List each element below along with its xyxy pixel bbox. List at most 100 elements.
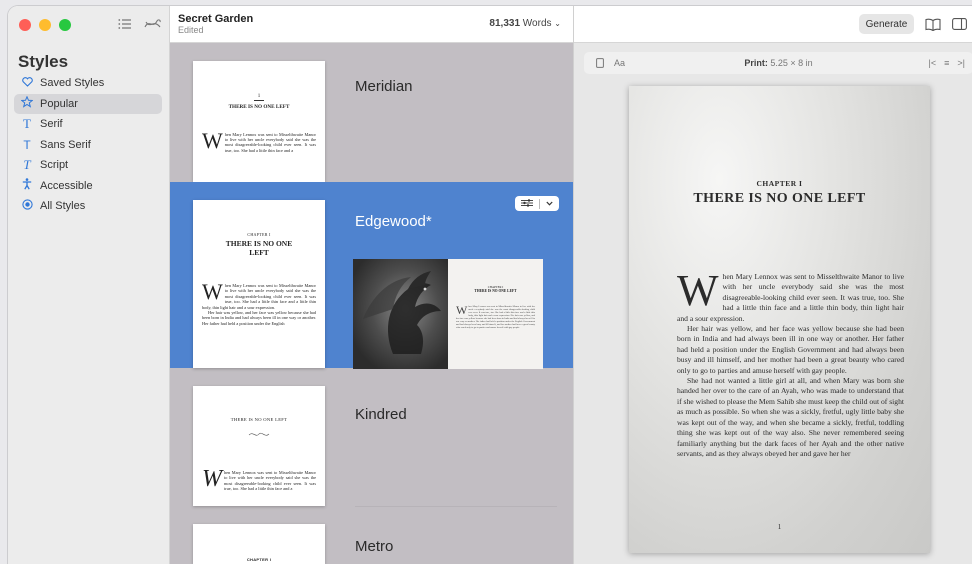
window-controls xyxy=(19,19,71,31)
first-page-icon[interactable]: |< xyxy=(929,58,937,68)
spread-body: When Mary Lennox was sent to Misselthwai… xyxy=(456,303,535,329)
sliders-icon xyxy=(521,198,534,209)
thumb-chapter-label: CHAPTER I xyxy=(247,232,271,237)
spread-text-page: CHAPTER I THERE IS NO ONE LEFT When Mary… xyxy=(448,259,543,369)
print-size-value: 5.25 × 8 in xyxy=(770,58,813,68)
style-browser: Secret Garden Edited 81,331 Words ⌄ 1 TH… xyxy=(170,6,573,564)
style-name: Edgewood* xyxy=(355,213,432,230)
style-row-edgewood[interactable]: CHAPTER I THERE IS NO ONE LEFT When Mary… xyxy=(170,182,573,369)
thumb-paragraph: hen Mary Lennox was sent to Misselthwait… xyxy=(224,131,316,153)
style-category-list: Saved Styles Popular T Serif T Sans Seri… xyxy=(14,73,162,217)
book-icon[interactable] xyxy=(924,15,942,33)
chapter-heading: THERE IS NO ONE LEFT xyxy=(693,191,866,206)
sidebar-item-all-styles[interactable]: All Styles xyxy=(14,196,162,216)
sidebar-item-popular[interactable]: Popular xyxy=(14,93,162,114)
style-name: Meridian xyxy=(355,78,413,95)
spread-dropcap: W xyxy=(456,303,468,317)
style-row-metro[interactable]: CHAPTER I Metro xyxy=(170,506,573,564)
minimize-window-button[interactable] xyxy=(39,19,51,31)
sidebar-item-sans-serif[interactable]: T Sans Serif xyxy=(14,135,162,155)
book-page-preview: CHAPTER I THERE IS NO ONE LEFT When Mary… xyxy=(629,86,930,553)
ornament-icon[interactable] xyxy=(144,15,162,33)
chapter-body: When Mary Lennox was sent to Misselthwai… xyxy=(677,266,904,459)
word-count-menu[interactable]: 81,331 Words ⌄ xyxy=(489,18,561,29)
divider xyxy=(539,198,540,209)
thumb-dropcap: W xyxy=(202,279,223,304)
thumb-body: When Mary Lennox was sent to Misselthwai… xyxy=(193,279,325,326)
thumb-heading-line1: THERE IS NO ONE xyxy=(225,239,293,248)
paragraph-3: She had not wanted a little girl at all,… xyxy=(677,376,904,458)
style-name: Metro xyxy=(355,538,394,555)
chevron-down-icon xyxy=(546,199,553,208)
document-header: Secret Garden Edited 81,331 Words ⌄ xyxy=(170,6,573,43)
app-window: Styles Saved Styles Popular T Serif T Sa xyxy=(8,6,972,564)
thumb-body: When Mary Lennox was sent to Misselthwai… xyxy=(193,127,325,154)
style-preview-page: 1 THERE IS NO ONE LEFT When Mary Lennox … xyxy=(193,61,325,182)
document-title: Secret Garden xyxy=(178,13,254,25)
chevron-down-icon: ⌄ xyxy=(554,19,561,28)
thumb-dropcap: W xyxy=(202,466,222,492)
dropcap: W xyxy=(677,266,719,315)
book-preview-pane: Generate Aa Print: 5.25 × 8 in |< ≡ >| C… xyxy=(573,6,972,564)
script-t-icon: T xyxy=(23,157,31,172)
style-row-kindred[interactable]: THERE IS NO ONE LEFT When Mary Lennox wa… xyxy=(170,368,573,506)
thumb-chapter-label: CHAPTER I xyxy=(246,557,272,562)
style-row-meridian[interactable]: 1 THERE IS NO ONE LEFT When Mary Lennox … xyxy=(170,43,573,182)
paragraph-1: When Mary Lennox was sent to Misselthwai… xyxy=(677,266,904,324)
sidebar-title: Styles xyxy=(18,52,69,71)
preview-toolbar: Generate xyxy=(574,6,972,43)
sidebar-item-accessible[interactable]: Accessible xyxy=(14,176,162,196)
sidebar-item-label: Script xyxy=(40,159,69,171)
dragon-illustration xyxy=(353,259,448,369)
thumb-heading-line2: LEFT xyxy=(249,248,269,257)
thumb-heading: THERE IS NO ONE LEFT xyxy=(230,417,288,422)
word-count-label: Words xyxy=(522,18,552,29)
thumb-paragraph-2: Her hair was yellow, and her face was ye… xyxy=(202,310,316,326)
style-name: Kindred xyxy=(355,406,407,423)
sidebar-item-saved-styles[interactable]: Saved Styles xyxy=(14,73,162,93)
style-spread-preview: CHAPTER I THERE IS NO ONE LEFT When Mary… xyxy=(353,259,543,369)
spread-heading: THERE IS NO ONE LEFT xyxy=(474,289,517,293)
divider xyxy=(254,100,264,101)
generate-button[interactable]: Generate xyxy=(859,14,914,34)
sidebar-toggle-icon[interactable] xyxy=(950,15,968,33)
document-status: Edited xyxy=(178,25,204,35)
chapter-label: CHAPTER I xyxy=(756,179,803,188)
sidebar-item-label: Serif xyxy=(40,118,63,130)
print-size-menu[interactable]: Print: 5.25 × 8 in xyxy=(584,58,972,68)
style-preview-page: CHAPTER I xyxy=(193,524,325,564)
page-list-icon[interactable]: ≡ xyxy=(944,58,949,68)
print-label: Print: xyxy=(744,58,768,68)
sidebar-item-label: Popular xyxy=(40,97,78,110)
thumb-heading: THERE IS NO ONE LEFT xyxy=(228,103,290,110)
sidebar-item-label: Accessible xyxy=(40,179,93,192)
style-preview-page: CHAPTER I THERE IS NO ONE LEFT When Mary… xyxy=(193,200,325,368)
sidebar-item-label: All Styles xyxy=(40,200,86,212)
thumb-dropcap: W xyxy=(202,127,223,153)
flourish-icon xyxy=(193,425,325,443)
style-options-button[interactable] xyxy=(515,196,559,211)
print-settings-bar: Aa Print: 5.25 × 8 in |< ≡ >| xyxy=(584,52,972,74)
thumb-chapter-number: 1 xyxy=(257,94,261,99)
accessibility-icon xyxy=(20,178,34,193)
sidebar-item-label: Saved Styles xyxy=(40,77,105,89)
sidebar-item-serif[interactable]: T Serif xyxy=(14,114,162,134)
sidebar-item-label: Sans Serif xyxy=(40,138,91,151)
sidebar-item-script[interactable]: T Script xyxy=(14,155,162,175)
circle-dot-icon xyxy=(20,199,34,213)
thumb-body: When Mary Lennox was sent to Misselthwai… xyxy=(193,466,325,492)
list-icon[interactable] xyxy=(116,15,134,33)
close-window-button[interactable] xyxy=(19,19,31,31)
zoom-window-button[interactable] xyxy=(59,19,71,31)
sidebar: Styles Saved Styles Popular T Serif T Sa xyxy=(8,6,170,564)
serif-t-icon: T xyxy=(23,116,31,131)
style-preview-page: THERE IS NO ONE LEFT When Mary Lennox wa… xyxy=(193,386,325,506)
paragraph-2: Her hair was yellow, and her face was ye… xyxy=(677,324,904,375)
word-count-value: 81,331 xyxy=(489,18,521,29)
star-icon xyxy=(20,95,34,111)
page-number: 1 xyxy=(777,523,782,531)
last-page-icon[interactable]: >| xyxy=(957,58,965,68)
heart-icon xyxy=(20,76,34,90)
sans-t-icon: T xyxy=(23,137,31,152)
thumb-paragraph: hen Mary Lennox was sent to Misselthwait… xyxy=(224,470,316,492)
